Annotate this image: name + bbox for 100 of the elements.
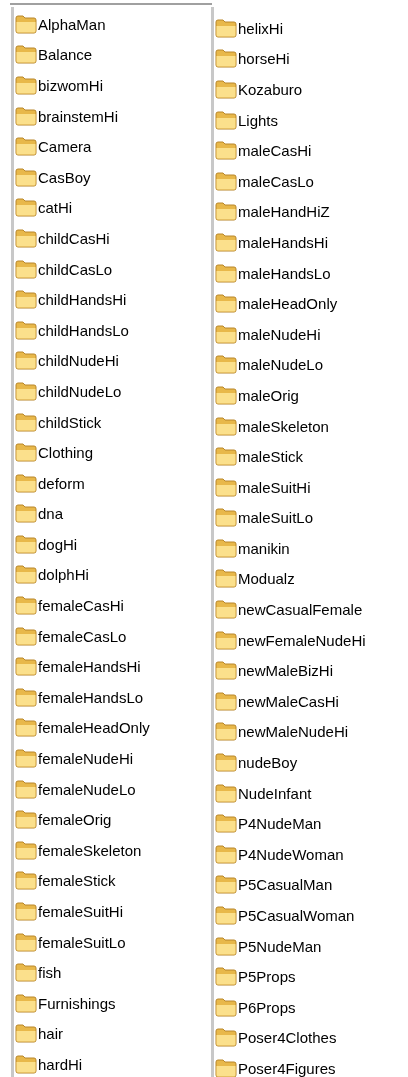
folder-name[interactable]: femaleSuitLo bbox=[38, 934, 126, 950]
folder-name[interactable]: maleCasLo bbox=[238, 173, 314, 189]
folder-name[interactable]: Modualz bbox=[238, 571, 295, 587]
folder-name[interactable]: maleSuitHi bbox=[238, 479, 311, 495]
folder-name[interactable]: childHandsLo bbox=[38, 322, 129, 338]
folder-name[interactable]: maleSkeleton bbox=[238, 418, 329, 434]
folder-name[interactable]: femaleStick bbox=[38, 873, 116, 889]
folder-icon bbox=[215, 1059, 237, 1077]
folder-icon bbox=[215, 508, 237, 528]
folder-icon bbox=[15, 381, 37, 401]
folder-name[interactable]: maleNudeHi bbox=[238, 326, 321, 342]
folder-name[interactable]: childNudeLo bbox=[38, 383, 122, 399]
folder-name[interactable]: P5CasualMan bbox=[238, 877, 333, 893]
folder-name[interactable]: femaleNudeLo bbox=[38, 781, 136, 797]
folder-icon bbox=[215, 477, 237, 497]
folder-name[interactable]: manikin bbox=[238, 540, 290, 556]
folder-name[interactable]: maleHandsLo bbox=[238, 265, 331, 281]
folder-name[interactable]: fish bbox=[38, 965, 62, 981]
folder-icon bbox=[215, 997, 237, 1017]
folder-name[interactable]: dna bbox=[38, 506, 64, 522]
folder-name[interactable]: P6Props bbox=[238, 999, 296, 1015]
folder-name[interactable]: femaleNudeHi bbox=[38, 751, 134, 767]
folder-name[interactable]: femaleSkeleton bbox=[38, 842, 142, 858]
folder-name[interactable]: NudeInfant bbox=[238, 785, 312, 801]
folder-name[interactable]: P5Props bbox=[238, 969, 296, 985]
folder-name[interactable]: dolphHi bbox=[38, 567, 89, 583]
folder-name[interactable]: femaleCasLo bbox=[38, 628, 127, 644]
folder-icon bbox=[15, 657, 37, 677]
folder-name[interactable]: Balance bbox=[38, 47, 93, 63]
folder-name[interactable]: CasBoy bbox=[38, 169, 91, 185]
folder-name[interactable]: femaleCasHi bbox=[38, 598, 124, 614]
folder-icon bbox=[215, 49, 237, 69]
folder-icon bbox=[15, 932, 37, 952]
folder-name[interactable]: P4NudeMan bbox=[238, 816, 322, 832]
folder-icon bbox=[15, 320, 37, 340]
folder-name[interactable]: P4NudeWoman bbox=[238, 846, 344, 862]
folder-icon bbox=[15, 993, 37, 1013]
folder-name[interactable]: childCasHi bbox=[38, 230, 110, 246]
folder-name[interactable]: childHandsHi bbox=[38, 292, 127, 308]
folder-name[interactable]: maleOrig bbox=[238, 387, 299, 403]
folder-icon bbox=[15, 259, 37, 279]
folder-icon bbox=[15, 443, 37, 463]
folder-name[interactable]: maleHandHiZ bbox=[238, 204, 330, 220]
folder-name[interactable]: P5CasualWoman bbox=[238, 908, 355, 923]
folder-name[interactable]: deform bbox=[38, 475, 85, 491]
folder-icon bbox=[15, 840, 37, 860]
folder-name[interactable]: newMaleBizHi bbox=[238, 663, 334, 679]
folder-name[interactable]: maleNudeLo bbox=[238, 357, 324, 373]
folder-icon bbox=[215, 844, 237, 864]
folder-icon bbox=[215, 906, 237, 925]
folder-name[interactable]: Camera bbox=[38, 139, 92, 155]
folder-icon bbox=[215, 202, 237, 222]
folder-name[interactable]: catHi bbox=[38, 200, 73, 216]
folder-name[interactable]: maleCasHi bbox=[238, 143, 312, 159]
folder-name[interactable]: AlphaMan bbox=[38, 16, 106, 32]
folder-icon bbox=[215, 875, 237, 895]
folder-icon bbox=[215, 814, 237, 834]
folder-name[interactable]: Kozaburo bbox=[238, 82, 303, 97]
folder-icon bbox=[215, 110, 237, 130]
folder-name[interactable]: maleHandsHi bbox=[238, 234, 329, 250]
folder-icon bbox=[215, 600, 237, 620]
folder-name[interactable]: childCasLo bbox=[38, 261, 113, 277]
folder-icon bbox=[215, 294, 237, 314]
folder-name[interactable]: Poser4Clothes bbox=[238, 1030, 337, 1046]
folder-name[interactable]: newMaleNudeHi bbox=[238, 724, 349, 740]
folder-icon bbox=[215, 263, 237, 283]
folder-icon bbox=[15, 534, 37, 554]
folder-name[interactable]: femaleHandsHi bbox=[38, 659, 141, 675]
folder-name[interactable]: hardHi bbox=[38, 1057, 83, 1072]
folder-icon bbox=[215, 447, 237, 467]
folder-name[interactable]: femaleHandsLo bbox=[38, 689, 144, 705]
folder-name[interactable]: maleHeadOnly bbox=[238, 296, 338, 312]
folder-name[interactable]: femaleSuitHi bbox=[38, 904, 124, 919]
folder-name[interactable]: helixHi bbox=[238, 20, 283, 36]
folder-name[interactable]: newMaleCasHi bbox=[238, 693, 339, 709]
folder-icon bbox=[15, 718, 37, 738]
folder-name[interactable]: brainstemHi bbox=[38, 108, 119, 124]
folder-name[interactable]: Poser4Figures bbox=[238, 1061, 336, 1076]
folder-icon bbox=[15, 963, 37, 983]
folder-icon bbox=[215, 661, 237, 681]
folder-name[interactable]: P5NudeMan bbox=[238, 938, 322, 954]
folder-name[interactable]: hair bbox=[38, 1026, 63, 1042]
folder-name[interactable]: newFemaleNudeHi bbox=[238, 632, 366, 648]
folder-icon bbox=[15, 1024, 37, 1044]
folder-name[interactable]: nudeBoy bbox=[238, 755, 298, 771]
folder-name[interactable]: dogHi bbox=[38, 536, 78, 552]
folder-name[interactable]: horseHi bbox=[238, 51, 290, 67]
folder-name[interactable]: maleSuitLo bbox=[238, 510, 314, 526]
folder-name[interactable]: childNudeHi bbox=[38, 353, 119, 369]
folder-icon bbox=[215, 569, 237, 589]
folder-name[interactable]: femaleHeadOnly bbox=[38, 720, 150, 736]
folder-name[interactable]: Clothing bbox=[38, 445, 94, 461]
folder-name[interactable]: Furnishings bbox=[38, 995, 116, 1011]
folder-name[interactable]: Lights bbox=[238, 112, 279, 128]
folder-name[interactable]: maleStick bbox=[238, 449, 304, 465]
folder-name[interactable]: bizwomHi bbox=[38, 78, 103, 93]
folder-name[interactable]: newCasualFemale bbox=[238, 602, 363, 618]
folder-icon bbox=[215, 355, 237, 375]
folder-name[interactable]: childStick bbox=[38, 414, 102, 430]
folder-name[interactable]: femaleOrig bbox=[38, 812, 112, 828]
